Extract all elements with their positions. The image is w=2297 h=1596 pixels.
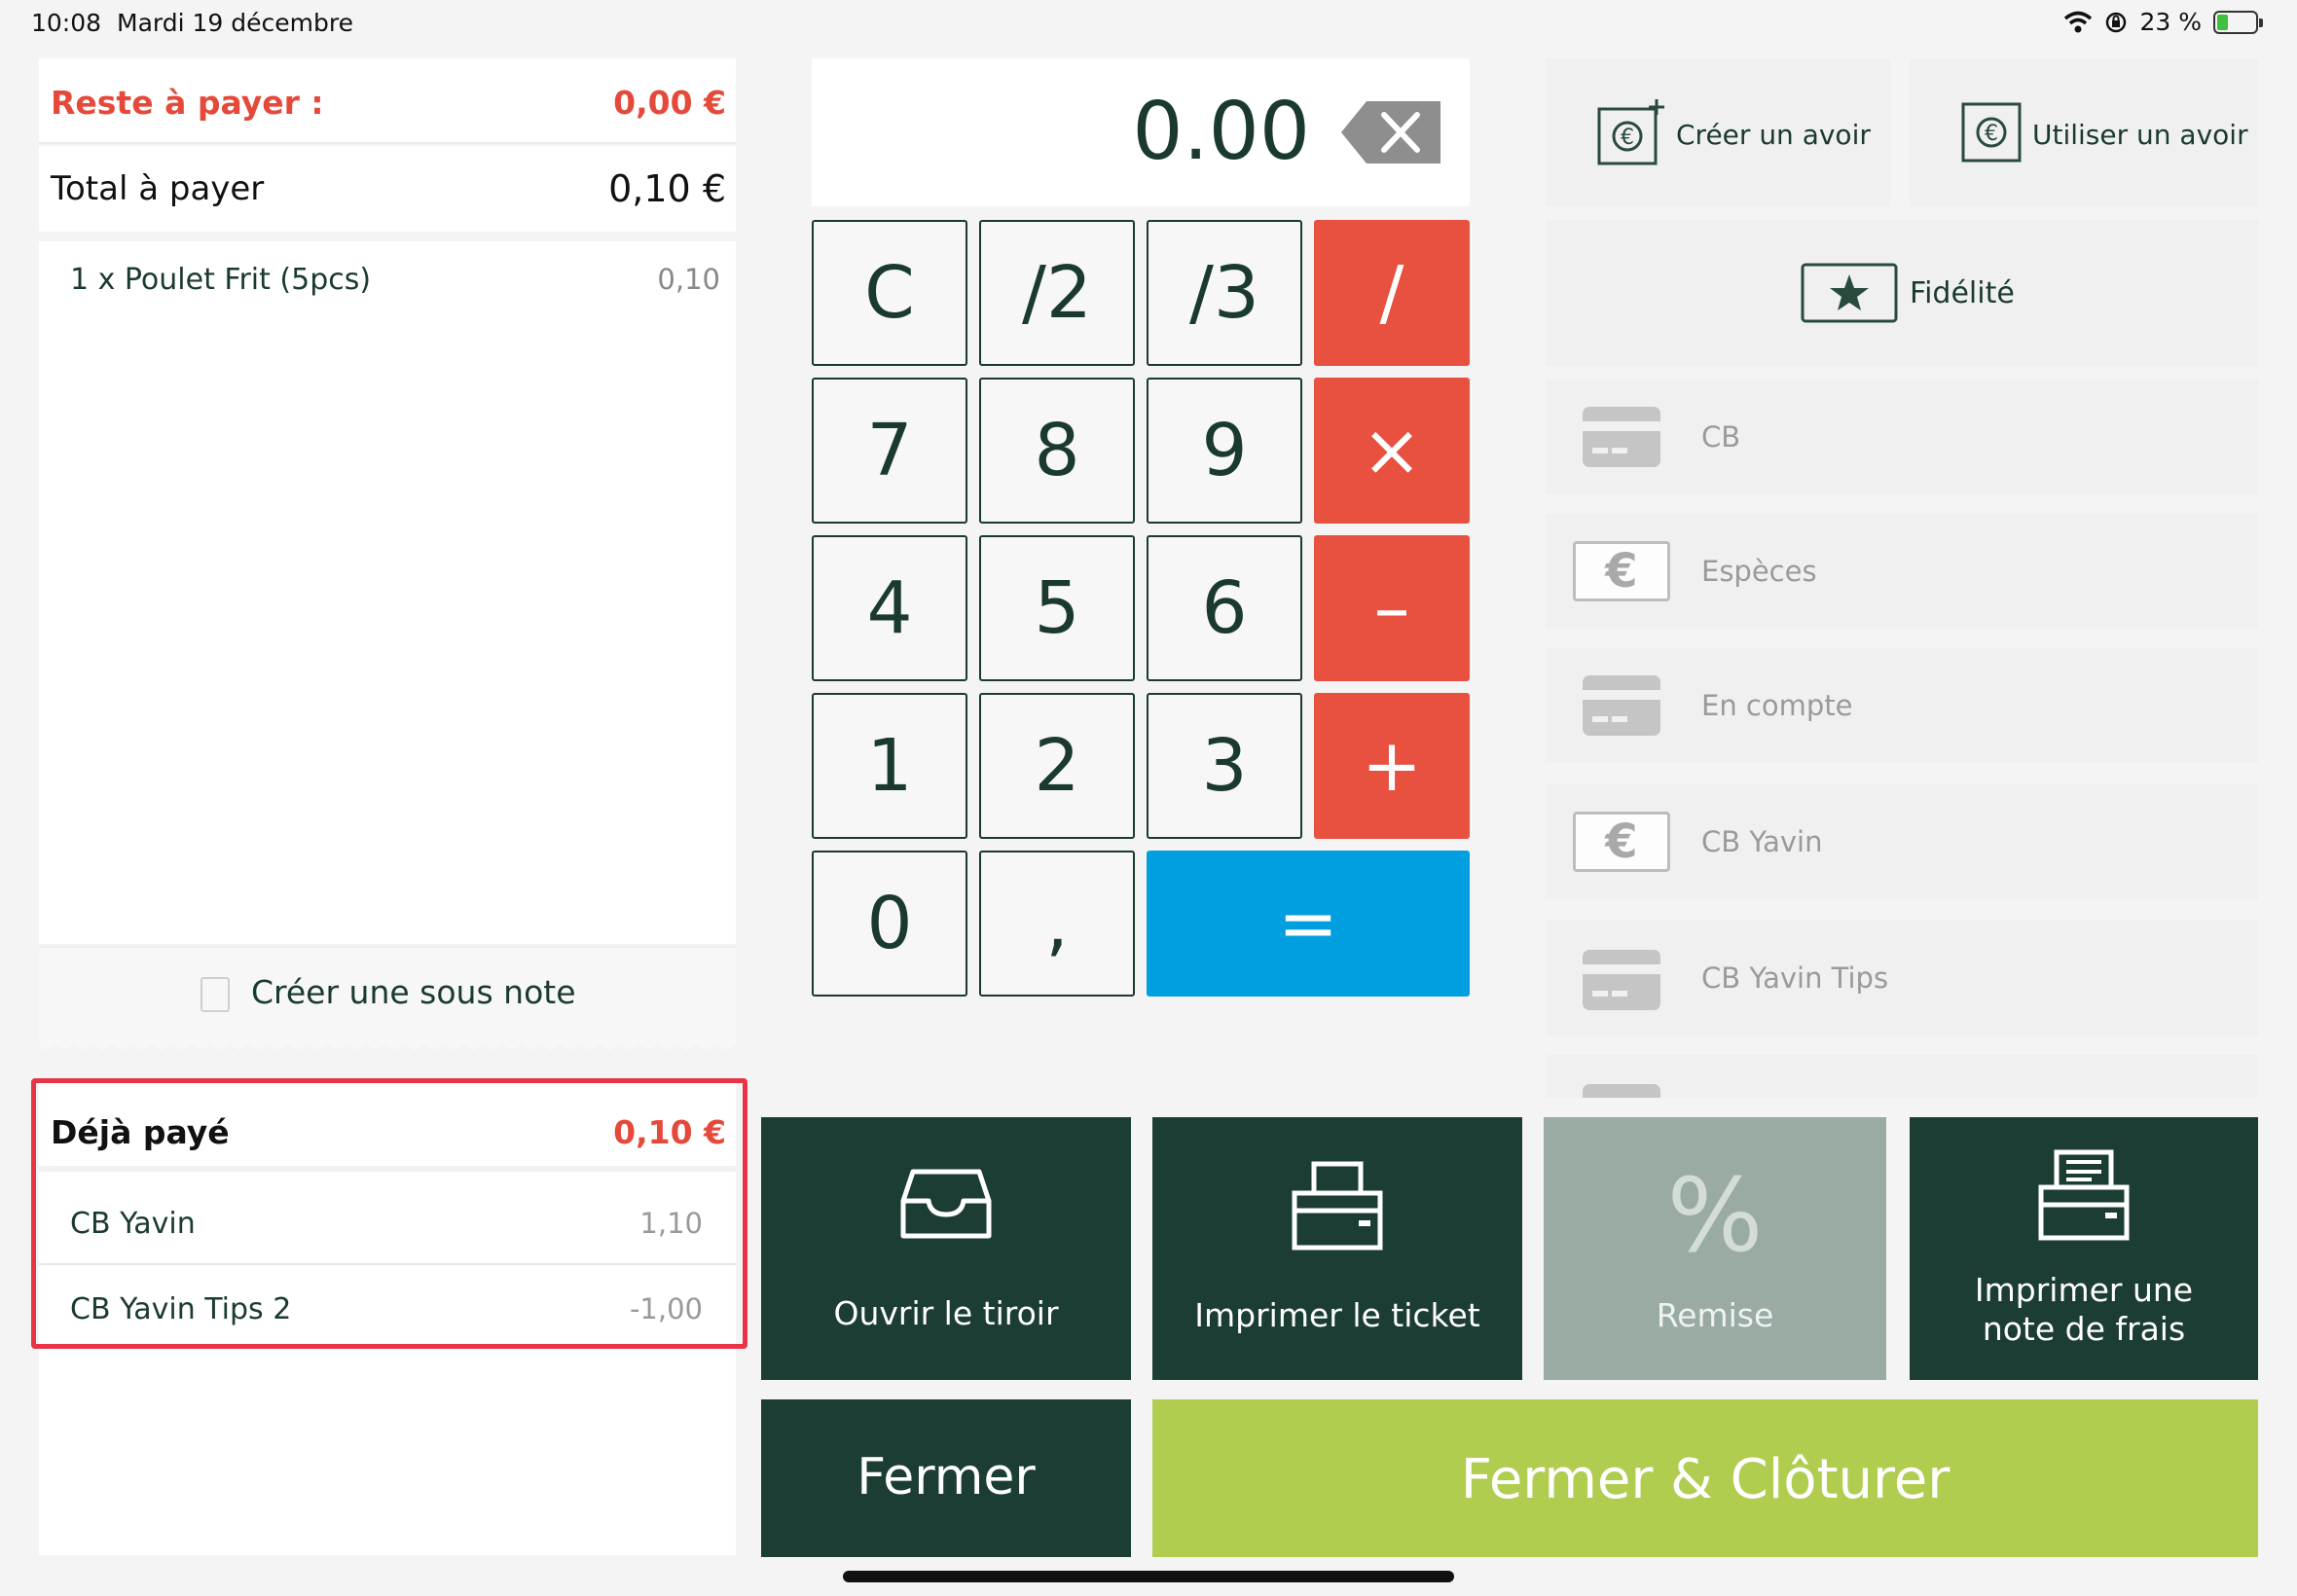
cash-icon: €	[1573, 812, 1670, 872]
remaining-to-pay-row: Reste à payer : 0,00 €	[39, 58, 736, 144]
note-icon	[201, 977, 230, 1012]
use-credit-label: Utiliser un avoir	[2032, 119, 2248, 151]
wifi-icon	[2064, 11, 2093, 32]
status-time: 10:08	[31, 9, 102, 37]
total-to-pay-row: Total à payer 0,10 €	[39, 146, 736, 232]
open-drawer-label: Ouvrir le tiroir	[833, 1294, 1059, 1332]
print-expense-note-label: Imprimer une note de frais	[1974, 1271, 2194, 1348]
create-credit-label: Créer un avoir	[1676, 119, 1871, 151]
remaining-label: Reste à payer :	[51, 84, 324, 122]
create-credit-button[interactable]: € Créer un avoir	[1546, 58, 1890, 206]
calculator-display: 0.00	[812, 58, 1470, 206]
use-credit-button[interactable]: € Utiliser un avoir	[1910, 58, 2258, 206]
key-9[interactable]: 9	[1147, 378, 1302, 524]
payment-method-especes[interactable]: € Espèces	[1546, 514, 2258, 629]
key-5[interactable]: 5	[979, 535, 1135, 681]
discount-button[interactable]: % Remise	[1544, 1117, 1886, 1380]
create-sub-note-button[interactable]: Créer une sous note	[39, 946, 736, 1037]
payment-method-label: Espèces	[1701, 555, 1817, 588]
key-equals[interactable]: =	[1147, 851, 1470, 997]
key-0[interactable]: 0	[812, 851, 967, 997]
payment-method-label: CB Yavin Tips	[1701, 961, 1889, 995]
payment-method-cb[interactable]: CB	[1546, 380, 2258, 494]
close-and-settle-label: Fermer & Clôturer	[1460, 1448, 1951, 1511]
open-drawer-button[interactable]: Ouvrir le tiroir	[761, 1117, 1131, 1380]
close-label: Fermer	[857, 1448, 1036, 1506]
payment-method-cb-yavin-tips[interactable]: CB Yavin Tips	[1546, 921, 2258, 1035]
drawer-icon	[900, 1169, 992, 1239]
payment-method-label: En compte	[1701, 689, 1853, 722]
svg-text:€: €	[1985, 122, 1998, 146]
svg-text:€: €	[1621, 126, 1634, 150]
display-value: 0.00	[1132, 86, 1310, 178]
total-label: Total à payer	[51, 169, 265, 208]
order-item[interactable]: 1 x Poulet Frit (5pcs) 0,10	[39, 263, 736, 306]
key-divide[interactable]: /	[1314, 220, 1470, 366]
battery-charging-icon	[2213, 10, 2263, 34]
key-divide-by-3[interactable]: /3	[1147, 220, 1302, 366]
order-item-label: 1 x Poulet Frit (5pcs)	[70, 263, 372, 297]
payment-method-label: CB	[1701, 420, 1741, 453]
orientation-lock-icon	[2106, 12, 2127, 32]
close-and-settle-button[interactable]: Fermer & Clôturer	[1152, 1399, 2258, 1557]
key-comma[interactable]: ,	[979, 851, 1135, 997]
create-sub-note-label: Créer une sous note	[251, 973, 576, 1011]
status-bar: 10:08 Mardi 19 décembre 23 %	[0, 0, 2297, 47]
discount-label: Remise	[1656, 1296, 1774, 1334]
backspace-icon[interactable]	[1341, 101, 1440, 163]
key-subtract[interactable]: –	[1314, 535, 1470, 681]
key-8[interactable]: 8	[979, 378, 1135, 524]
key-divide-by-2[interactable]: /2	[979, 220, 1135, 366]
card-icon	[1583, 950, 1660, 1010]
loyalty-button[interactable]: Fidélité	[1546, 220, 2258, 366]
cash-icon: €	[1573, 541, 1670, 601]
print-expense-note-button[interactable]: Imprimer une note de frais	[1910, 1117, 2258, 1380]
total-value: 0,10 €	[608, 167, 726, 210]
key-1[interactable]: 1	[812, 693, 967, 839]
print-ticket-button[interactable]: Imprimer le ticket	[1152, 1117, 1522, 1380]
key-3[interactable]: 3	[1147, 693, 1302, 839]
key-4[interactable]: 4	[812, 535, 967, 681]
key-clear[interactable]: C	[812, 220, 967, 366]
payment-method-en-compte[interactable]: En compte	[1546, 648, 2258, 763]
card-icon	[1583, 407, 1660, 467]
printer-icon	[1292, 1161, 1383, 1251]
print-document-icon	[2038, 1149, 2130, 1241]
loyalty-label: Fidélité	[1910, 276, 2015, 310]
close-button[interactable]: Fermer	[761, 1399, 1131, 1557]
percent-icon: %	[1666, 1156, 1764, 1275]
credit-icon: €	[1961, 102, 2022, 163]
remaining-value: 0,00 €	[613, 84, 726, 122]
key-add[interactable]: +	[1314, 693, 1470, 839]
status-date: Mardi 19 décembre	[117, 9, 353, 37]
highlight-box	[31, 1078, 747, 1349]
payment-method-label: CB Yavin	[1701, 825, 1823, 858]
credit-note-icon: €	[1597, 99, 1664, 165]
card-icon	[1583, 675, 1660, 736]
star-card-icon	[1801, 263, 1898, 323]
home-indicator[interactable]	[843, 1571, 1454, 1582]
print-ticket-label: Imprimer le ticket	[1194, 1296, 1480, 1334]
key-multiply[interactable]: ×	[1314, 378, 1470, 524]
order-item-price: 0,10	[657, 263, 720, 296]
order-items-list: 1 x Poulet Frit (5pcs) 0,10	[39, 241, 736, 944]
key-7[interactable]: 7	[812, 378, 967, 524]
payment-method-partial[interactable]	[1546, 1055, 2258, 1098]
key-6[interactable]: 6	[1147, 535, 1302, 681]
battery-percent: 23 %	[2139, 8, 2202, 36]
status-indicators: 23 %	[2063, 8, 2263, 36]
key-2[interactable]: 2	[979, 693, 1135, 839]
payment-method-cb-yavin[interactable]: € CB Yavin	[1546, 784, 2258, 899]
receipt-tear-edge	[39, 1037, 736, 1051]
